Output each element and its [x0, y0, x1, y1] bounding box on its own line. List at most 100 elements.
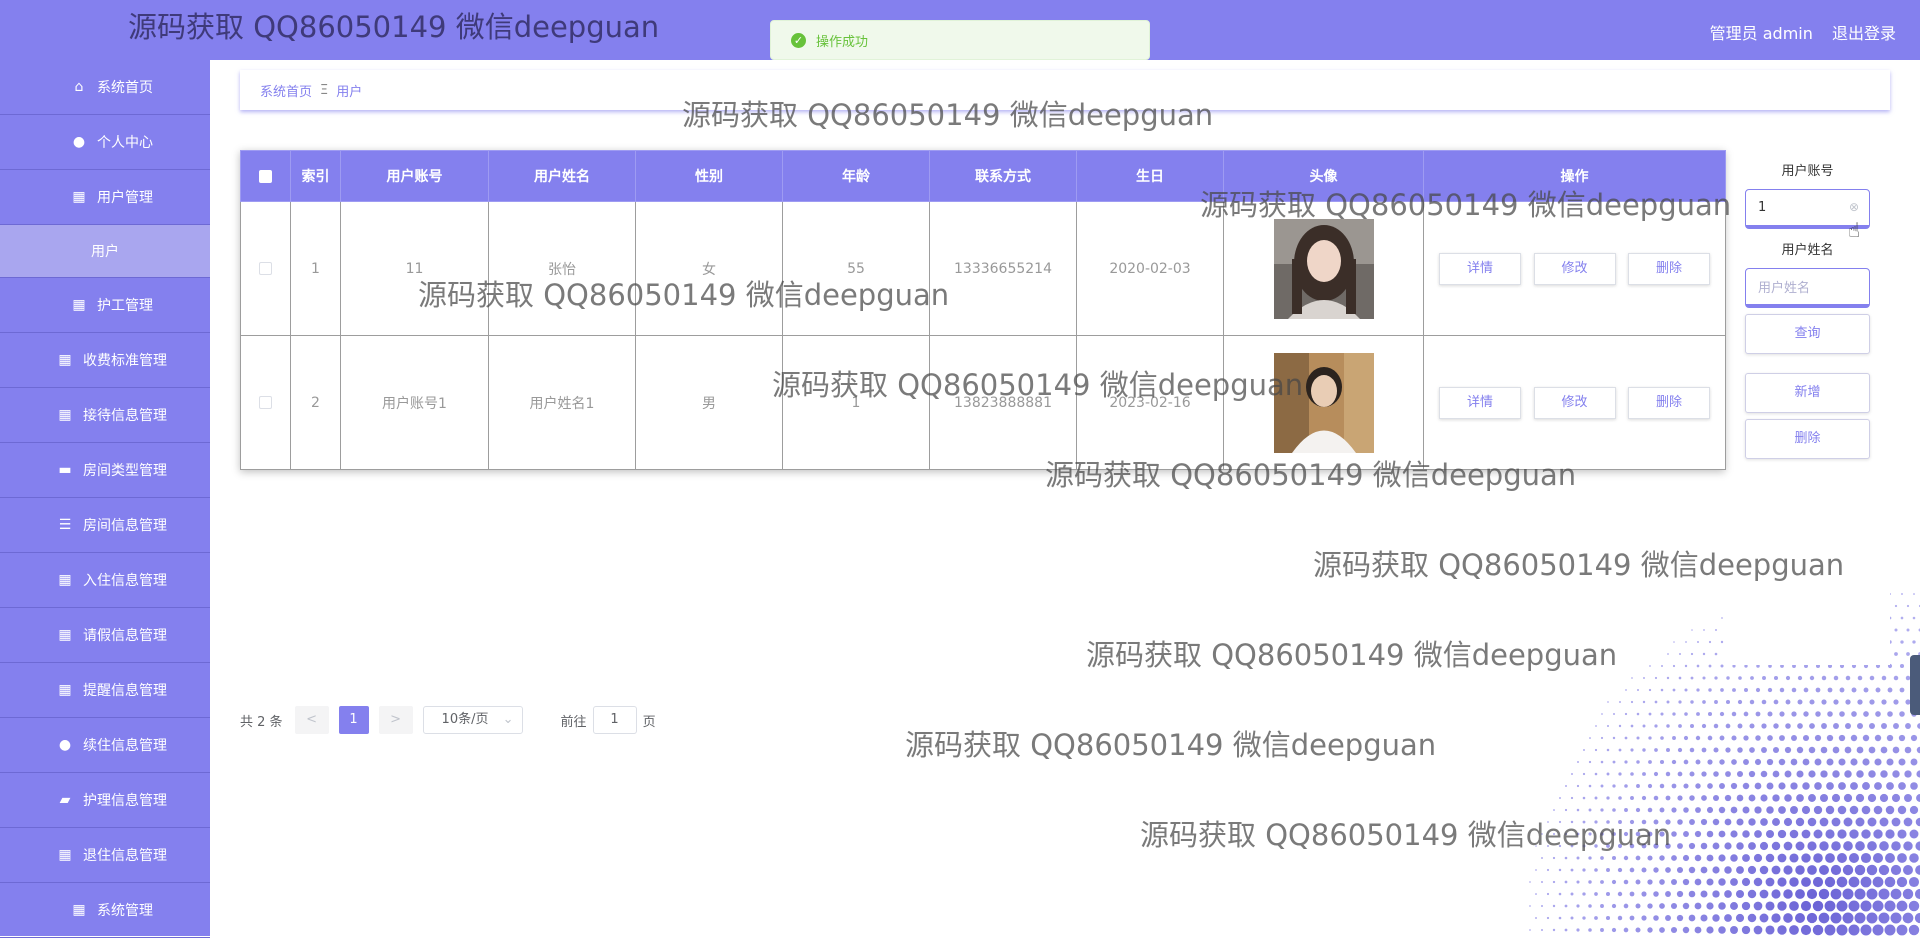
side-drawer-handle[interactable] — [1910, 655, 1920, 715]
cell-gender: 男 — [635, 335, 783, 470]
sidebar-item-home[interactable]: ⌂ 系统首页 — [0, 60, 210, 115]
decorative-dot — [1541, 881, 1543, 883]
decorative-dot — [1748, 770, 1756, 778]
decorative-dot — [1665, 795, 1671, 801]
decorative-dot — [1890, 864, 1902, 876]
decorative-dot — [1837, 853, 1847, 863]
sidebar-item-reception[interactable]: ▦ 接待信息管理 — [0, 388, 210, 443]
decorative-dot — [1713, 771, 1719, 777]
decorative-dot — [1612, 712, 1616, 716]
detail-button[interactable]: 详情 — [1439, 386, 1522, 419]
decorative-dot — [1909, 853, 1919, 863]
decorative-dot — [1885, 853, 1895, 863]
sidebar-item-extend-stay[interactable]: ● 续住信息管理 — [0, 718, 210, 773]
decorative-dot — [1678, 700, 1682, 704]
decorative-dot — [1801, 805, 1811, 815]
name-search-input[interactable]: 用户姓名 — [1745, 268, 1870, 308]
decorative-dot — [1900, 640, 1904, 644]
sidebar-item-leave[interactable]: ▦ 请假信息管理 — [0, 608, 210, 663]
decorative-dot — [1707, 735, 1713, 741]
decorative-dot — [1665, 891, 1671, 897]
sidebar-item-fee-standard[interactable]: ▦ 收费标准管理 — [0, 333, 210, 388]
decorative-dot — [1617, 843, 1623, 849]
decorative-dot — [1725, 771, 1731, 777]
decorative-dot — [1588, 856, 1592, 860]
decorative-dot — [1749, 747, 1755, 753]
sidebar-item-nursing[interactable]: ▰ 护理信息管理 — [0, 773, 210, 828]
row-checkbox[interactable] — [259, 396, 272, 409]
decorative-dot — [1902, 888, 1914, 900]
detail-button[interactable]: 详情 — [1439, 252, 1522, 285]
decorative-dot — [1571, 773, 1573, 775]
query-button[interactable]: 查询 — [1745, 314, 1870, 354]
select-all-checkbox[interactable] — [259, 169, 272, 183]
decorative-dot — [1666, 700, 1670, 704]
decorative-dot — [1629, 915, 1635, 921]
edit-button[interactable]: 修改 — [1533, 252, 1616, 285]
decorative-dot — [1910, 782, 1918, 790]
decorative-dot — [1689, 795, 1695, 801]
page-number-1[interactable]: 1 — [338, 706, 369, 734]
sidebar-item-checkin[interactable]: ▦ 入住信息管理 — [0, 553, 210, 608]
prev-page-button[interactable]: < — [294, 706, 329, 734]
add-button[interactable]: 新增 — [1745, 373, 1870, 413]
decorative-dot — [1791, 687, 1797, 693]
sidebar-item-room-type[interactable]: ▬ 房间类型管理 — [0, 443, 210, 498]
decorative-dot — [1564, 832, 1568, 836]
decorative-dot — [1736, 770, 1744, 778]
decorative-dot — [1832, 770, 1840, 778]
delete-row-button[interactable]: 删除 — [1627, 386, 1710, 419]
decorative-dot — [1856, 746, 1864, 754]
select-all-cell[interactable] — [240, 150, 291, 202]
decorative-dot — [1688, 890, 1696, 898]
decorative-dot — [1884, 876, 1896, 888]
sidebar-item-system[interactable]: ▦ 系统管理 — [0, 883, 210, 938]
decorative-dot — [1772, 746, 1780, 754]
goto-page-input[interactable]: 1 — [592, 706, 637, 734]
row-checkbox[interactable] — [259, 262, 272, 275]
decorative-dot — [1849, 829, 1859, 839]
decorative-dot — [1824, 924, 1836, 936]
decorative-dot — [1778, 806, 1786, 814]
decorative-dot — [1660, 712, 1664, 716]
decorative-dot — [1688, 842, 1696, 850]
decorative-dot — [1647, 927, 1653, 933]
row-select-cell[interactable] — [240, 201, 291, 336]
sidebar-item-reminder[interactable]: ▦ 提醒信息管理 — [0, 663, 210, 718]
batch-delete-button[interactable]: 删除 — [1745, 419, 1870, 459]
page-size-select[interactable]: 10条/页 ⌄ — [422, 706, 523, 734]
decorative-dot — [1678, 724, 1682, 728]
sidebar-subitem-users[interactable]: 用户 — [0, 225, 210, 278]
breadcrumb-home[interactable]: 系统首页 — [260, 81, 312, 100]
decorative-dot — [1839, 687, 1845, 693]
delete-row-button[interactable]: 删除 — [1627, 252, 1710, 285]
decorative-dot — [1802, 734, 1810, 742]
decorative-dot — [1873, 805, 1883, 815]
decorative-dot — [1900, 616, 1904, 620]
clear-icon[interactable]: ⊗ — [1849, 200, 1859, 214]
sidebar-item-checkout[interactable]: ▦ 退住信息管理 — [0, 828, 210, 883]
decorative-dot — [1677, 795, 1683, 801]
decorative-dot — [1600, 856, 1604, 860]
breadcrumb-separator: Ξ — [320, 82, 329, 98]
decorative-dot — [1807, 841, 1817, 851]
decorative-dot — [1673, 641, 1675, 643]
row-select-cell[interactable] — [240, 335, 291, 470]
decorative-dot — [1791, 735, 1797, 741]
sidebar-item-caregiver[interactable]: ▦ 护工管理 — [0, 278, 210, 333]
logout-link[interactable]: 退出登录 — [1832, 24, 1896, 43]
decorative-dot — [1713, 723, 1719, 729]
decorative-dot — [1755, 735, 1761, 741]
decorative-dot — [1766, 782, 1774, 790]
decorative-dot — [1695, 783, 1701, 789]
sidebar-item-profile[interactable]: ● 个人中心 — [0, 115, 210, 170]
edit-button[interactable]: 修改 — [1533, 386, 1616, 419]
decorative-dot — [1695, 807, 1701, 813]
decorative-dot — [1885, 829, 1895, 839]
sidebar-item-user-management[interactable]: ▦ 用户管理 — [0, 170, 210, 225]
sidebar-item-room-info[interactable]: ☰ 房间信息管理 — [0, 498, 210, 553]
next-page-button[interactable]: > — [378, 706, 413, 734]
decorative-dot — [1779, 735, 1785, 741]
decorative-dot — [1720, 664, 1724, 668]
decorative-dot — [1833, 699, 1839, 705]
